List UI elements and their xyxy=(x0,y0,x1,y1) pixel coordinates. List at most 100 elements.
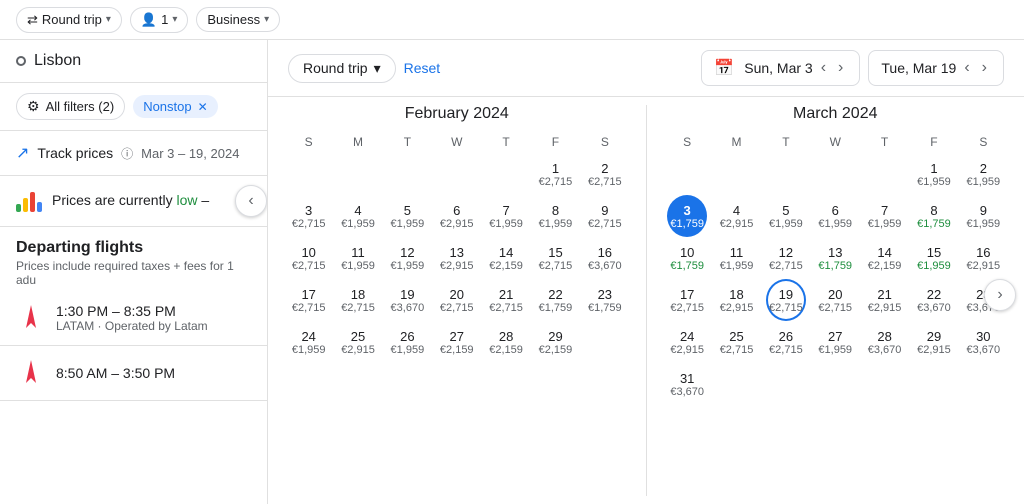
flight-item-2[interactable]: 8:50 AM – 3:50 PM xyxy=(0,346,267,401)
flight-time-2: 8:50 AM – 3:50 PM xyxy=(56,365,251,381)
calendar-day-cell[interactable]: 25€2,915 xyxy=(333,321,382,363)
calendar-day-cell[interactable]: 22€3,670 xyxy=(909,279,958,321)
calendar-day-cell[interactable]: 5€1,959 xyxy=(761,195,810,237)
calendar-day-cell[interactable]: 15€1,959 xyxy=(909,237,958,279)
calendar-day-cell[interactable]: 4€2,915 xyxy=(712,195,761,237)
calendar-day-cell[interactable]: 4€1,959 xyxy=(333,195,382,237)
class-selector[interactable]: Business ▾ xyxy=(196,7,280,32)
day-number: 13 xyxy=(828,245,842,260)
day-price: €3,670 xyxy=(868,344,902,356)
calendar-day-cell[interactable]: 19€3,670 xyxy=(383,279,432,321)
calendar-day-cell xyxy=(959,363,1008,405)
calendar-day-cell[interactable]: 8€1,759 xyxy=(909,195,958,237)
start-date-nav: 📅 Sun, Mar 3 ‹ › xyxy=(701,50,860,86)
calendar-day-cell[interactable]: 29€2,159 xyxy=(531,321,580,363)
calendar-day-cell[interactable]: 29€2,915 xyxy=(909,321,958,363)
calendar-day-cell[interactable]: 14€2,159 xyxy=(481,237,530,279)
calendar-day-cell[interactable]: 14€2,159 xyxy=(860,237,909,279)
calendar-day-cell[interactable]: 1€1,959 xyxy=(909,153,958,195)
calendar-day-cell[interactable]: 16€3,670 xyxy=(580,237,629,279)
calendar-day-cell[interactable]: 31€3,670 xyxy=(663,363,712,405)
day-price: €2,715 xyxy=(769,302,803,314)
calendar-day-cell[interactable]: 11€1,959 xyxy=(712,237,761,279)
calendar-day-cell[interactable]: 27€1,959 xyxy=(811,321,860,363)
calendar-day-cell[interactable]: 22€1,759 xyxy=(531,279,580,321)
calendar-day-cell[interactable]: 18€2,915 xyxy=(712,279,761,321)
all-filters-button[interactable]: ⚙ All filters (2) xyxy=(16,93,125,120)
calendar-day-cell[interactable]: 19€2,715 xyxy=(766,279,806,321)
calendar-day-cell[interactable]: 9€1,959 xyxy=(959,195,1008,237)
calendar-day-cell[interactable]: 24€2,915 xyxy=(663,321,712,363)
end-date-prev[interactable]: ‹ xyxy=(960,57,973,79)
calendar-day-cell[interactable]: 8€1,959 xyxy=(531,195,580,237)
calendar-trip-selector[interactable]: Round trip ▾ xyxy=(288,54,396,83)
day-number: 12 xyxy=(779,245,793,260)
airline-logo-2 xyxy=(16,358,46,388)
day-header: T xyxy=(860,131,909,153)
day-price: €2,715 xyxy=(588,176,622,188)
calendar-day-cell[interactable]: 11€1,959 xyxy=(333,237,382,279)
calendar-day-cell[interactable]: 5€1,959 xyxy=(383,195,432,237)
day-number: 18 xyxy=(729,287,743,302)
calendar-day-cell[interactable]: 20€2,715 xyxy=(811,279,860,321)
calendar-day-cell[interactable]: 7€1,959 xyxy=(481,195,530,237)
passengers-selector[interactable]: 👤 1 ▾ xyxy=(130,7,188,33)
day-number: 10 xyxy=(680,245,694,260)
calendar-day-cell[interactable]: 12€1,959 xyxy=(383,237,432,279)
calendar-day-cell[interactable]: 12€2,715 xyxy=(761,237,810,279)
calendar-day-cell[interactable]: 17€2,715 xyxy=(663,279,712,321)
day-price: €2,915 xyxy=(440,260,474,272)
calendar-day-cell xyxy=(432,153,481,195)
day-number: 24 xyxy=(301,329,315,344)
calendar-day-cell[interactable]: 17€2,715 xyxy=(284,279,333,321)
calendar-day-cell[interactable]: 27€2,159 xyxy=(432,321,481,363)
end-date-next[interactable]: › xyxy=(978,57,991,79)
calendar-day-cell[interactable]: 21€2,915 xyxy=(860,279,909,321)
calendar-day-cell[interactable]: 21€2,715 xyxy=(481,279,530,321)
flight-item-1[interactable]: 1:30 PM – 8:35 PM LATAM · Operated by La… xyxy=(0,291,267,346)
day-number: 28 xyxy=(877,329,891,344)
calendar-day-cell[interactable]: 3€1,759 xyxy=(667,195,707,237)
calendar-day-cell[interactable]: 25€2,715 xyxy=(712,321,761,363)
calendar-day-cell[interactable]: 28€3,670 xyxy=(860,321,909,363)
calendar-day-cell[interactable]: 26€1,959 xyxy=(383,321,432,363)
calendar-day-cell[interactable]: 13€2,915 xyxy=(432,237,481,279)
day-number: 2 xyxy=(601,161,608,176)
calendar-day-cell[interactable]: 6€2,915 xyxy=(432,195,481,237)
day-number: 16 xyxy=(598,245,612,260)
calendar-day-cell[interactable]: 10€2,715 xyxy=(284,237,333,279)
start-date-prev[interactable]: ‹ xyxy=(817,57,830,79)
calendar-day-cell[interactable]: 30€3,670 xyxy=(959,321,1008,363)
calendar-day-cell[interactable]: 28€2,159 xyxy=(481,321,530,363)
start-date-next[interactable]: › xyxy=(834,57,847,79)
calendar-day-cell[interactable]: 1€2,715 xyxy=(531,153,580,195)
calendar-day-cell[interactable]: 23€1,759 xyxy=(580,279,629,321)
day-price: €3,670 xyxy=(966,344,1000,356)
calendar-day-cell[interactable]: 18€2,715 xyxy=(333,279,382,321)
calendar-day-cell[interactable]: 16€2,915 xyxy=(959,237,1008,279)
calendar-day-cell[interactable]: 6€1,959 xyxy=(811,195,860,237)
right-nav-arrow[interactable]: › xyxy=(984,279,1016,311)
calendar-day-cell[interactable]: 24€1,959 xyxy=(284,321,333,363)
left-nav-arrow[interactable]: ‹ xyxy=(235,185,267,217)
calendar-day-cell[interactable]: 7€1,959 xyxy=(860,195,909,237)
calendar-day-cell[interactable]: 13€1,759 xyxy=(811,237,860,279)
nonstop-chip[interactable]: Nonstop ✕ xyxy=(133,95,217,118)
calendar-day-cell[interactable]: 20€2,715 xyxy=(432,279,481,321)
calendar-reset-button[interactable]: Reset xyxy=(404,60,441,76)
track-dates: Mar 3 – 19, 2024 xyxy=(141,146,239,161)
trip-type-selector[interactable]: ⇄ Round trip ▾ xyxy=(16,7,122,33)
calendar-trip-chevron: ▾ xyxy=(374,60,381,77)
nonstop-close-icon[interactable]: ✕ xyxy=(198,100,208,114)
calendar-day-cell[interactable]: 2€1,959 xyxy=(959,153,1008,195)
day-price: €2,715 xyxy=(539,260,573,272)
day-number: 19 xyxy=(779,287,793,302)
calendar-day-cell[interactable]: 2€2,715 xyxy=(580,153,629,195)
calendar-day-cell[interactable]: 9€2,715 xyxy=(580,195,629,237)
calendar-day-cell[interactable]: 26€2,715 xyxy=(761,321,810,363)
day-price: €2,915 xyxy=(720,302,754,314)
day-price: €1,959 xyxy=(391,344,425,356)
calendar-day-cell[interactable]: 15€2,715 xyxy=(531,237,580,279)
calendar-day-cell[interactable]: 10€1,759 xyxy=(663,237,712,279)
calendar-day-cell[interactable]: 3€2,715 xyxy=(284,195,333,237)
